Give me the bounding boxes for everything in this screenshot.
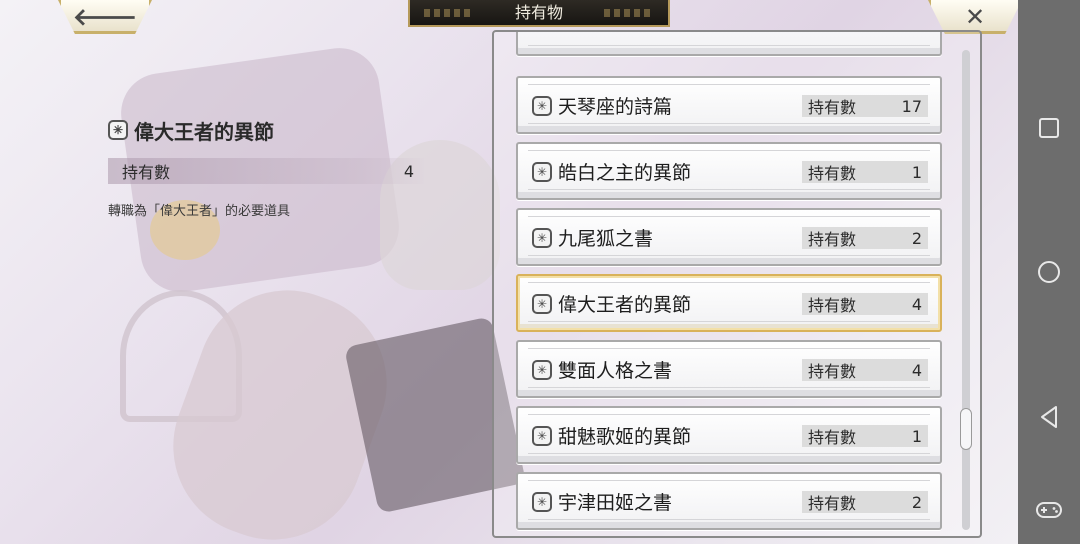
list-item-count: 持有數 2 [802,491,928,513]
back-button[interactable]: 🡐 [58,0,152,34]
title-ornament-right [604,9,654,17]
back-icon[interactable] [1035,403,1063,431]
list-item-name: 九尾狐之書 [558,228,654,250]
list-item-count-label: 持有數 [808,296,857,315]
list-item-count-label: 持有數 [808,494,857,513]
close-button[interactable]: ✕ [928,0,1022,34]
gamepad-icon[interactable] [1035,496,1063,524]
book-icon: ✳ [532,161,552,182]
list-item-count-value: 2 [911,228,922,248]
list-item-count: 持有數 2 [802,227,928,249]
book-icon: ✳ [532,95,552,116]
scrollbar-thumb[interactable] [960,408,972,450]
list-item[interactable]: ✳ 天琴座的詩篇 持有數 17 [516,76,942,134]
list-item-partial[interactable] [516,32,942,56]
book-icon: ✳ [108,120,128,140]
owned-count-value: 4 [403,161,414,181]
system-nav-bar [1018,0,1080,544]
book-icon: ✳ [532,293,552,314]
page-title: 持有物 [408,0,670,27]
selected-item-name: 偉大王者的異節 [134,119,274,144]
list-item-count-label: 持有數 [808,98,857,117]
list-item[interactable]: ✳ 宇津田姬之書 持有數 2 [516,472,942,530]
recents-icon[interactable] [1035,114,1063,142]
list-item-name: 偉大王者的異節 [558,294,692,316]
list-item-count: 持有數 17 [802,95,928,117]
list-item-count-value: 1 [911,162,922,182]
list-item[interactable]: ✳ 皓白之主的異節 持有數 1 [516,142,942,200]
book-icon: ✳ [532,359,552,380]
list-item-count-value: 4 [911,360,922,380]
owned-count-bar: 持有數 4 [108,158,424,184]
list-item-count: 持有數 4 [802,293,928,315]
list-item-count: 持有數 1 [802,161,928,183]
owned-count-label: 持有數 [122,163,171,182]
list-item-count-value: 4 [911,294,922,314]
list-item-name: 皓白之主的異節 [558,162,692,184]
book-icon: ✳ [532,491,552,512]
list-item[interactable]: ✳ 雙面人格之書 持有數 4 [516,340,942,398]
list-item-count-label: 持有數 [808,230,857,249]
list-item[interactable]: ✳ 甜魅歌姬的異節 持有數 1 [516,406,942,464]
list-item-selected[interactable]: ✳ 偉大王者的異節 持有數 4 [516,274,942,332]
item-list[interactable]: ✳ 天琴座的詩篇 持有數 17 ✳ 皓白之主的異節 持有數 1 ✳ 九尾狐之書 持有數 2 … [492,30,982,538]
list-item-count-value: 17 [901,96,922,116]
list-item-count-label: 持有數 [808,164,857,183]
title-ornament-left [424,9,474,17]
selected-item-title: ✳ 偉大王者的異節 [108,116,274,144]
list-item-count: 持有數 1 [802,425,928,447]
arrow-left-icon: 🡐 [72,3,138,31]
list-item-count-value: 1 [911,426,922,446]
list-item-count-value: 2 [911,492,922,512]
list-item[interactable]: ✳ 九尾狐之書 持有數 2 [516,208,942,266]
list-item-count-label: 持有數 [808,362,857,381]
close-icon: ✕ [964,3,986,31]
scrollbar-track[interactable] [962,50,970,530]
list-item-count: 持有數 4 [802,359,928,381]
list-item-count-label: 持有數 [808,428,857,447]
page-title-text: 持有物 [514,3,563,22]
list-item-name: 天琴座的詩篇 [558,96,673,118]
home-icon[interactable] [1035,258,1063,286]
list-item-name: 雙面人格之書 [558,360,673,382]
book-icon: ✳ [532,425,552,446]
list-item-name: 宇津田姬之書 [558,492,673,514]
book-icon: ✳ [532,227,552,248]
item-description: 轉職為「偉大王者」的必要道具 [108,204,291,219]
list-item-name: 甜魅歌姬的異節 [558,426,692,448]
